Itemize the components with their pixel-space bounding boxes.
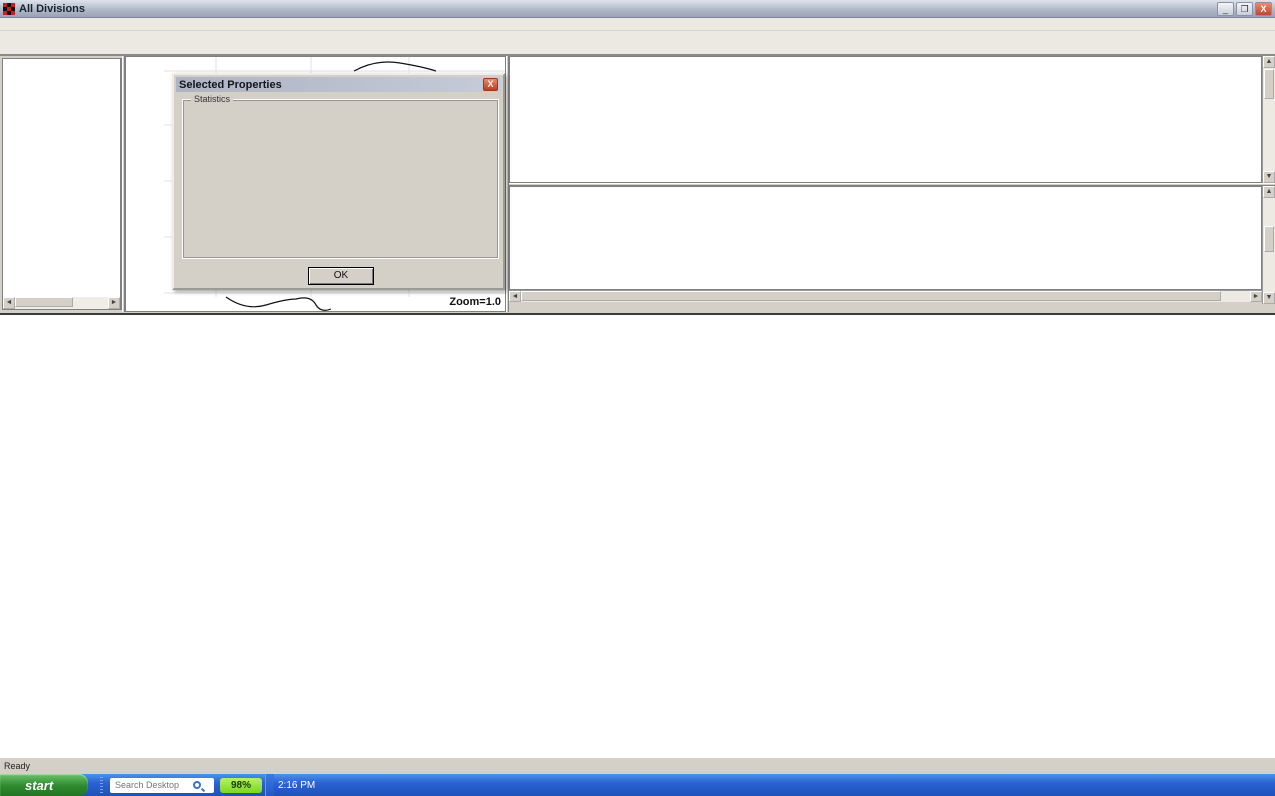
scroll-right-icon[interactable]: ► xyxy=(1250,291,1262,302)
battery-indicator[interactable]: 98% xyxy=(220,778,262,793)
map-track-curve xyxy=(226,297,331,310)
map-zoom-level: Zoom=1.0 xyxy=(449,296,501,308)
scroll-up-icon[interactable]: ▲ xyxy=(1263,186,1275,198)
ok-button[interactable]: OK xyxy=(308,267,374,285)
dialog-close-icon[interactable]: X xyxy=(483,78,498,91)
scroll-down-icon[interactable]: ▼ xyxy=(1263,292,1275,304)
system-tray xyxy=(265,774,274,796)
close-button[interactable]: X xyxy=(1255,2,1272,16)
scrollbar-thumb[interactable] xyxy=(1264,226,1274,252)
start-label: start xyxy=(25,778,53,793)
selected-properties-dialog: Selected Properties X Statistics OK xyxy=(172,73,505,290)
search-icon[interactable] xyxy=(193,781,201,789)
scroll-left-icon[interactable]: ◄ xyxy=(3,297,15,309)
scrollbar-thumb[interactable] xyxy=(521,291,1221,301)
division-tree: ◄ ► xyxy=(2,58,122,310)
restore-button[interactable]: ❐ xyxy=(1236,2,1253,16)
track-table-horizontal-scrollbar[interactable]: ◄ ► xyxy=(509,290,1262,302)
scroll-left-icon[interactable]: ◄ xyxy=(509,291,521,302)
toolbar xyxy=(0,31,1275,56)
app-icon xyxy=(3,3,15,15)
taskbar-separator xyxy=(100,777,103,793)
start-button[interactable]: start xyxy=(0,774,88,796)
dialog-title-bar[interactable]: Selected Properties X xyxy=(176,77,501,92)
scroll-up-icon[interactable]: ▲ xyxy=(1263,56,1275,68)
minimize-button[interactable]: _ xyxy=(1217,2,1234,16)
statistics-group: Statistics xyxy=(182,99,499,259)
title-bar: All Divisions _ ❐ X xyxy=(0,0,1275,18)
windows-flag-icon xyxy=(8,779,21,791)
search-input[interactable] xyxy=(113,779,193,791)
status-ready: Ready xyxy=(0,760,935,773)
status-bar: Ready xyxy=(0,757,1275,774)
chart-plot[interactable] xyxy=(0,315,1275,757)
scrollbar-thumb[interactable] xyxy=(1264,69,1274,99)
track-table xyxy=(509,186,1262,290)
map-track-curve xyxy=(354,62,436,71)
app-window: All Divisions _ ❐ X ◄ ► Zoom=1.0 xyxy=(0,0,1275,796)
taskbar-clock[interactable]: 2:16 PM xyxy=(274,780,323,791)
desktop-search-box[interactable] xyxy=(110,778,214,793)
menu-bar xyxy=(0,18,1275,31)
group-label: Statistics xyxy=(191,94,233,104)
tree-horizontal-scrollbar[interactable]: ◄ ► xyxy=(3,297,120,309)
dialog-title: Selected Properties xyxy=(179,79,483,91)
division-table xyxy=(509,56,1262,183)
taskbar: start 98% 2:16 PM xyxy=(0,774,1275,796)
speed-altitude-chart xyxy=(0,313,1275,757)
scroll-down-icon[interactable]: ▼ xyxy=(1263,171,1275,183)
division-table-scrollbar[interactable]: ▲ ▼ xyxy=(1262,56,1275,183)
track-table-scrollbar[interactable]: ▲ ▼ xyxy=(1262,186,1275,304)
scrollbar-thumb[interactable] xyxy=(15,297,73,307)
window-title: All Divisions xyxy=(19,3,1215,15)
scroll-right-icon[interactable]: ► xyxy=(108,297,120,309)
